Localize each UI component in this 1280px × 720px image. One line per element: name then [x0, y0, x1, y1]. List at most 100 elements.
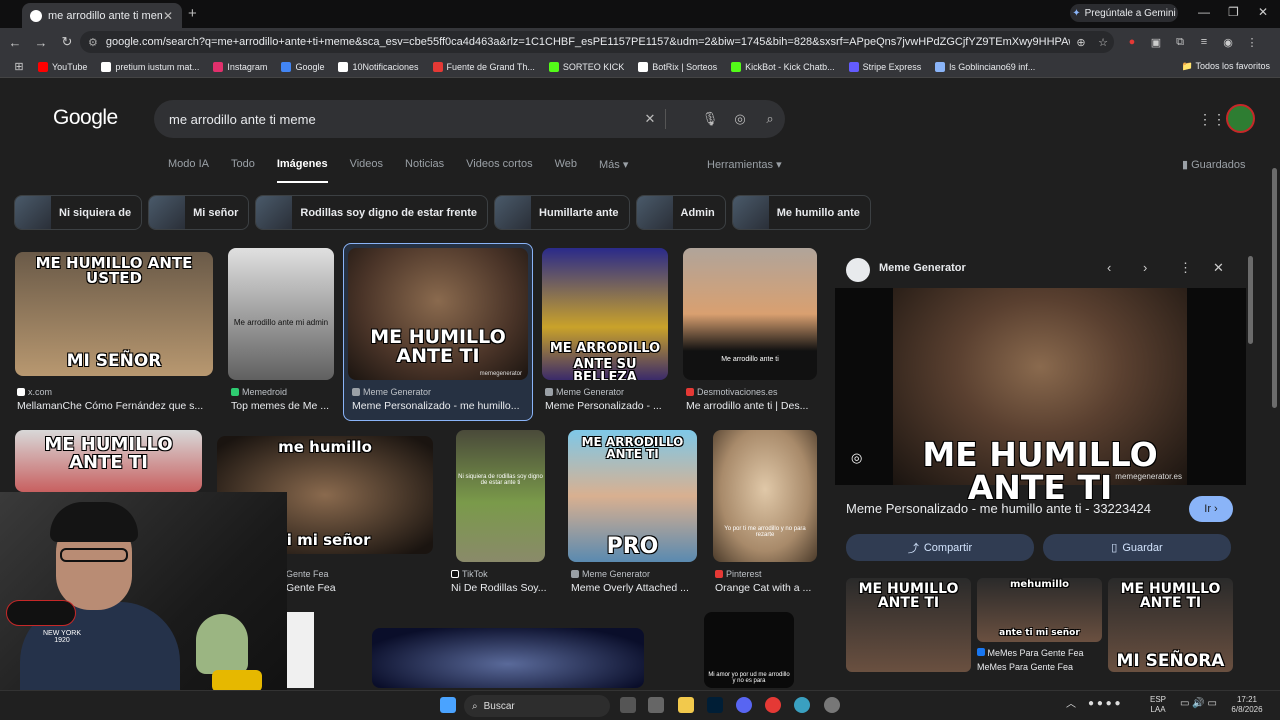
result-source[interactable]: Desmotivaciones.es	[686, 387, 778, 397]
address-bar[interactable]: ⚙ google.com/search?q=me+arrodillo+ante+…	[80, 31, 1114, 53]
visit-button[interactable]: Ir ›	[1189, 496, 1233, 522]
bookmark-item[interactable]: pretium iustum mat...	[101, 61, 199, 72]
bookmark-item[interactable]: Stripe Express	[848, 61, 921, 72]
lens-search-icon[interactable]: ◎	[725, 111, 755, 127]
reload-icon[interactable]: ↻	[54, 34, 80, 50]
language-indicator[interactable]: ESP LAA	[1150, 695, 1166, 714]
tools-button[interactable]: Herramientas ▾	[707, 158, 782, 171]
new-tab-icon[interactable]: +	[188, 5, 197, 22]
result-source[interactable]: TikTok	[451, 569, 488, 579]
result-image-13[interactable]: Mi amor yo por ud me arrodillo y no es p…	[704, 612, 794, 688]
related-caption[interactable]: MeMes Para Gente Fea	[977, 662, 1073, 672]
search-box[interactable]: me arrodillo ante ti meme ✕ 🎙 ◎ ⌕	[154, 100, 785, 138]
result-source[interactable]: Memedroid	[231, 387, 287, 397]
result-image-9[interactable]: ME ARRODILLO ANTE TI PRO	[568, 430, 697, 562]
result-source[interactable]: x.com	[17, 387, 52, 397]
result-caption[interactable]: Orange Cat with a ...	[715, 582, 817, 594]
account-avatar[interactable]	[1226, 104, 1255, 133]
app-icon[interactable]	[648, 697, 664, 713]
bookmark-item[interactable]: SORTEO KICK	[548, 61, 624, 72]
refinement-chip[interactable]: Me humillo ante	[731, 195, 871, 230]
discord-icon[interactable]	[736, 697, 752, 713]
refinement-chip[interactable]: Ni siquiera de	[14, 195, 143, 230]
task-view-icon[interactable]	[620, 697, 636, 713]
google-apps-icon[interactable]: ⋮⋮	[1198, 111, 1226, 128]
result-caption[interactable]: Me arrodillo ante ti | Des...	[686, 400, 816, 412]
more-options-icon[interactable]: ⋮	[1179, 260, 1192, 276]
result-caption[interactable]: Top memes de Me ...	[231, 400, 335, 412]
zoom-icon[interactable]: ⊕	[1070, 36, 1092, 49]
next-icon[interactable]: ›	[1143, 260, 1147, 275]
browser-tab[interactable]: me arrodillo ante ti meme - Bu ✕	[22, 3, 182, 28]
result-source[interactable]: Meme Generator	[571, 569, 650, 579]
photoshop-icon[interactable]	[707, 697, 723, 713]
file-explorer-icon[interactable]	[678, 697, 694, 713]
result-image-12[interactable]	[372, 628, 644, 688]
result-source[interactable]: Pinterest	[715, 569, 762, 579]
result-caption[interactable]: Meme Personalizado - ...	[545, 400, 667, 412]
save-button[interactable]: ▯ Guardar	[1043, 534, 1231, 561]
result-image-5[interactable]: Me arrodillo ante ti	[683, 248, 817, 380]
related-image[interactable]: ME HUMILLO ANTE TI	[846, 578, 971, 672]
bookmark-item[interactable]: Fuente de Grand Th...	[432, 61, 535, 72]
result-source[interactable]: Meme Generator	[545, 387, 624, 397]
bookmark-item[interactable]: BotRix | Sorteos	[638, 61, 717, 72]
network-volume-icons[interactable]: ▭ 🔊 ▭	[1180, 698, 1217, 710]
tab-noticias[interactable]: Noticias	[405, 158, 444, 178]
close-window-icon[interactable]: ✕	[1258, 5, 1268, 19]
site-info-icon[interactable]: ⚙	[88, 36, 98, 49]
bookmark-item[interactable]: KickBot - Kick Chatb...	[731, 61, 835, 72]
windows-start-icon[interactable]	[440, 697, 456, 713]
page-scrollbar[interactable]	[1272, 168, 1277, 408]
result-image-1[interactable]: ME HUMILLO ANTE USTED MI SEÑOR	[15, 252, 213, 376]
panel-site-name[interactable]: Meme Generator	[879, 262, 966, 274]
tab-modo-ia[interactable]: Modo IA	[168, 158, 209, 178]
result-source[interactable]: Gente Fea	[286, 569, 329, 579]
panel-title[interactable]: Meme Personalizado - me humillo ante ti …	[846, 501, 1151, 516]
back-icon[interactable]: ←	[2, 35, 28, 50]
extensions-puzzle-icon[interactable]: ⧉	[1172, 34, 1188, 50]
forward-icon[interactable]: →	[28, 35, 54, 50]
apps-grid-icon[interactable]: ⊞	[0, 60, 38, 73]
tray-expand-icon[interactable]: ︿	[1066, 699, 1076, 711]
browser-menu-icon[interactable]: ⋮	[1244, 34, 1260, 50]
tab-todo[interactable]: Todo	[231, 158, 255, 178]
previous-icon[interactable]: ‹	[1107, 260, 1111, 275]
search-icon[interactable]: ⌕	[755, 111, 785, 127]
saved-button[interactable]: ▮ Guardados	[1182, 158, 1246, 171]
clear-search-icon[interactable]: ✕	[635, 111, 665, 127]
panel-scrollbar[interactable]	[1248, 256, 1253, 344]
close-tab-icon[interactable]: ✕	[162, 9, 174, 23]
result-caption[interactable]: MellamanChe Cómo Fernández que s...	[17, 400, 213, 412]
chrome-icon[interactable]	[765, 697, 781, 713]
tab-más[interactable]: Más ▾	[599, 158, 628, 178]
voice-search-icon[interactable]: 🎙	[695, 111, 725, 127]
related-image[interactable]: mehumillo ante ti mi señor	[977, 578, 1102, 642]
result-caption[interactable]: Meme Overly Attached ...	[571, 582, 697, 594]
result-image-8[interactable]: Ni siquiera de rodillas soy digno de est…	[456, 430, 545, 562]
result-image-2[interactable]: Me arrodillo ante mi admin	[228, 248, 334, 380]
bookmark-item[interactable]: Google	[281, 61, 324, 72]
all-bookmarks[interactable]: 📁 Todos los favoritos	[1182, 61, 1270, 72]
bookmark-item[interactable]: 10Notificaciones	[338, 61, 419, 72]
extension-icon[interactable]: ▣	[1148, 34, 1164, 50]
related-image[interactable]: ME HUMILLO ANTE TI MI SEÑORA	[1108, 578, 1233, 672]
restore-icon[interactable]: ❐	[1228, 5, 1239, 19]
refinement-chip[interactable]: Rodillas soy digno de estar frente	[255, 195, 489, 230]
result-caption[interactable]: Gente Fea	[286, 582, 426, 594]
bookmark-item[interactable]: YouTube	[38, 61, 87, 72]
result-image-10[interactable]: Yo por ti me arrodillo y no para rezarte	[713, 430, 817, 562]
result-image-4[interactable]: ME ARRODILLO ANTE SU BELLEZA	[542, 248, 668, 380]
related-source[interactable]: MeMes Para Gente Fea	[977, 648, 1084, 658]
close-panel-icon[interactable]: ✕	[1213, 260, 1224, 276]
tab-imágenes[interactable]: Imágenes	[276, 158, 328, 183]
result-image-3[interactable]: ME HUMILLO ANTE TI memegenerator	[348, 248, 528, 380]
tab-videos-cortos[interactable]: Videos cortos	[466, 158, 532, 178]
tab-web[interactable]: Web	[555, 158, 577, 178]
result-source[interactable]: Meme Generator	[352, 387, 431, 397]
bookmark-item[interactable]: Instagram	[213, 61, 267, 72]
reading-list-icon[interactable]: ≡	[1196, 34, 1212, 50]
ask-gemini-button[interactable]: ✦ Pregúntale a Gemini	[1070, 4, 1178, 22]
obs-icon[interactable]	[824, 697, 840, 713]
result-image-6[interactable]: ME HUMILLO ANTE TI	[15, 430, 202, 492]
